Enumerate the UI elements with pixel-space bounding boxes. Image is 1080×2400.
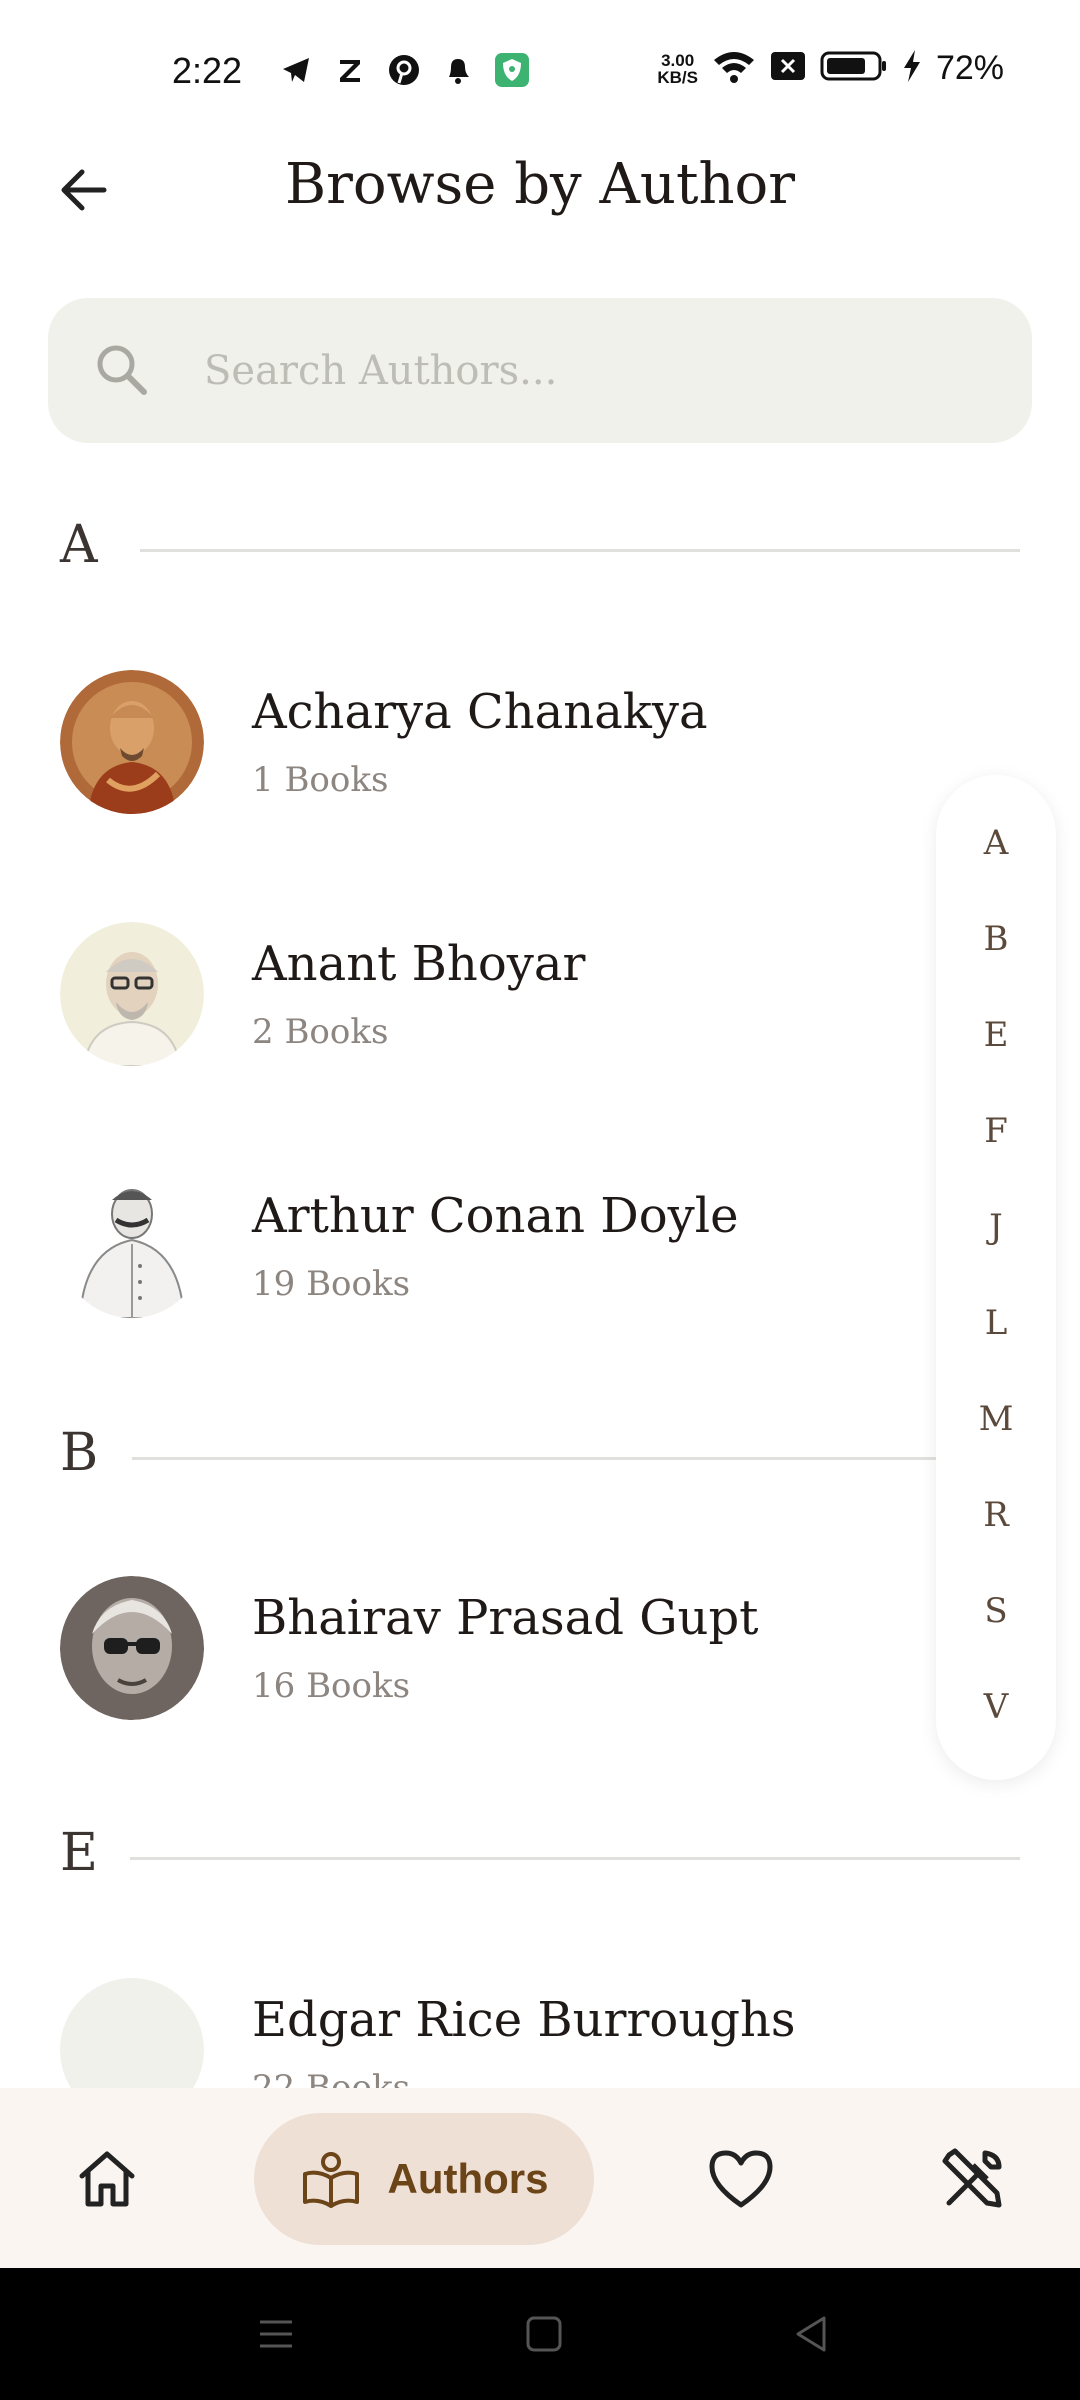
nav-authors-label: Authors [387,2155,549,2202]
section-letter: E [60,1823,98,1883]
app-header: Browse by Author [0,130,1080,250]
author-book-count: 2 Books [252,1012,389,1052]
index-letter-s[interactable]: S [936,1591,1056,1631]
alphabet-index[interactable]: A B E F J L M R S V [936,775,1056,1780]
index-letter-a[interactable]: A [936,823,1056,863]
telegram-icon [278,52,314,88]
section-divider [130,1857,1020,1860]
section-header-e: E [60,1823,1020,1903]
network-speed-value: 3.00 [661,50,695,70]
menu-icon [260,2320,292,2348]
author-avatar [60,670,204,814]
section-divider [140,549,1020,552]
author-name: Edgar Rice Burroughs [252,1992,796,2048]
search-input[interactable] [204,328,984,413]
author-avatar [60,1576,204,1720]
system-navigation-bar [0,2268,1080,2400]
search-icon [97,345,147,395]
back-system-button[interactable] [786,2308,838,2360]
vpn-shield-icon [494,52,530,88]
status-time: 2:22 [172,50,243,91]
notification-bell-icon [440,52,476,88]
battery-icon [820,50,888,87]
author-book-count: 19 Books [252,1264,411,1304]
pinterest-icon [386,52,422,88]
sim-off-icon [770,51,806,86]
square-icon [526,2316,562,2352]
index-letter-e[interactable]: E [936,1015,1056,1055]
author-item-bhairav-prasad-gupt[interactable]: Bhairav Prasad Gupt 16 Books [60,1576,920,1726]
authors-icon [302,2152,359,2208]
index-letter-l[interactable]: L [936,1303,1056,1343]
heart-icon [709,2150,773,2208]
wifi-icon [712,48,756,89]
author-item-acharya-chanakya[interactable]: Acharya Chanakya 1 Books [60,670,920,820]
status-notification-icons [278,52,530,88]
author-book-count: 1 Books [252,760,389,800]
nav-home[interactable] [52,2133,162,2225]
nav-favorites[interactable] [686,2133,796,2225]
author-name: Acharya Chanakya [252,684,708,740]
section-header-a: A [60,515,1020,595]
author-book-count: 16 Books [252,1666,411,1706]
nav-tools[interactable] [918,2133,1028,2225]
recent-apps-button[interactable] [250,2308,302,2360]
nav-authors[interactable]: Authors [254,2113,594,2245]
section-letter: B [60,1423,99,1483]
index-letter-f[interactable]: F [936,1111,1056,1151]
page-title: Browse by Author [284,152,796,217]
search-bar[interactable] [48,298,1032,443]
author-name: Arthur Conan Doyle [252,1188,739,1244]
index-letter-b[interactable]: B [936,919,1056,959]
index-letter-m[interactable]: M [936,1399,1056,1439]
triangle-back-icon [796,2316,826,2352]
index-letter-j[interactable]: J [936,1207,1056,1247]
section-letter: A [60,515,98,575]
author-item-edgar-rice-burroughs[interactable]: Edgar Rice Burroughs 22 Books [60,1978,920,2088]
author-avatar [60,1174,204,1318]
tools-icon [942,2148,1002,2208]
index-letter-r[interactable]: R [936,1495,1056,1535]
home-icon [79,2151,135,2207]
section-divider [132,1457,1020,1460]
author-book-count: 22 Books [252,2068,411,2088]
author-avatar [60,922,204,1066]
home-system-button[interactable] [518,2308,570,2360]
battery-percent: 72% [935,49,1004,87]
status-bar: 2:22 3.00 KB/S 72% [0,0,1080,140]
network-speed: 3.00 KB/S [657,52,698,86]
zomato-icon [332,52,368,88]
author-name: Bhairav Prasad Gupt [252,1590,759,1646]
author-item-arthur-conan-doyle[interactable]: Arthur Conan Doyle 19 Books [60,1174,920,1324]
author-avatar [60,1978,204,2088]
author-item-anant-bhoyar[interactable]: Anant Bhoyar 2 Books [60,922,920,1072]
charging-icon [902,49,922,88]
status-system-icons: 3.00 KB/S 72% [657,48,1004,89]
network-speed-unit: KB/S [657,67,698,87]
section-header-b: B [60,1423,1020,1503]
author-name: Anant Bhoyar [252,936,586,992]
index-letter-v[interactable]: V [936,1687,1056,1727]
bottom-navigation: Authors [0,2088,1080,2268]
